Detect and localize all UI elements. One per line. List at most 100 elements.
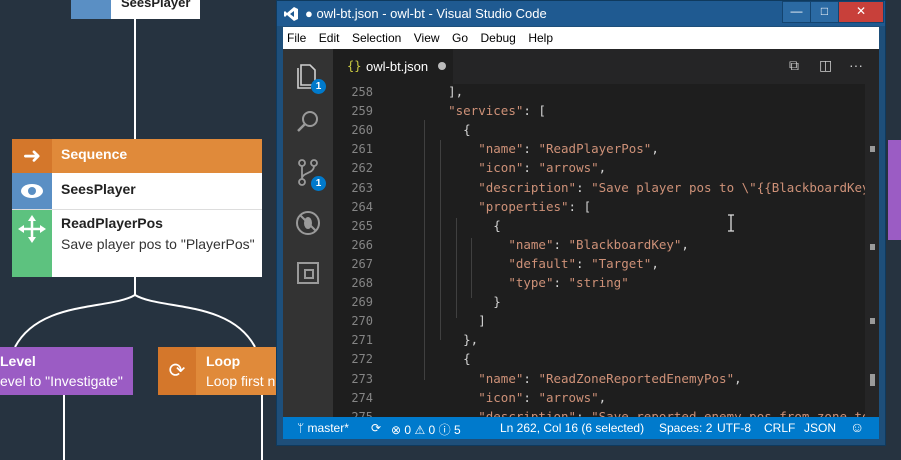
- tree-node-level[interactable]: Level evel to "Investigate": [0, 347, 133, 395]
- minimap-marker: [870, 318, 875, 324]
- scm-badge: 1: [311, 176, 326, 191]
- code-line: "description": "Save player pos to \"{{B…: [478, 179, 879, 195]
- sequence-title: Sequence: [61, 146, 128, 162]
- node-title: Loop: [206, 353, 241, 369]
- error-icon: ⊗: [391, 423, 402, 437]
- code-line: },: [418, 332, 479, 348]
- child-label: SeesPlayer: [61, 181, 136, 197]
- line-number: 264: [351, 199, 373, 214]
- extensions-button[interactable]: [283, 251, 333, 295]
- indentation-status[interactable]: Spaces: 2: [659, 421, 712, 435]
- files-icon: [297, 64, 316, 89]
- line-number: 270: [351, 314, 373, 329]
- cursor-position[interactable]: Ln 262, Col 16 (6 selected): [500, 421, 644, 435]
- git-branch-icon: [298, 159, 318, 186]
- line-number: 262: [351, 161, 373, 176]
- sequence-child-read-player-pos[interactable]: ReadPlayerPos Save player pos to "Player…: [12, 210, 262, 277]
- line-number: 259: [351, 104, 373, 119]
- menu-edit[interactable]: Edit: [315, 27, 344, 49]
- eye-icon: [12, 173, 52, 209]
- close-button[interactable]: ✕: [838, 1, 884, 23]
- node-label: SeesPlayer: [121, 0, 191, 10]
- code-line: {: [418, 217, 501, 233]
- code-line: ]: [418, 313, 486, 329]
- editor-tabs: {} owl-bt.json ⧉ ◫ ···: [333, 49, 879, 84]
- explorer-badge: 1: [311, 79, 326, 94]
- tree-node-sees-player-top[interactable]: SeesPlayer: [71, 0, 200, 19]
- node-description: evel to "Investigate": [0, 373, 123, 389]
- extensions-icon: [297, 262, 319, 284]
- code-line: "description": "Save reported enemy pos …: [478, 408, 879, 417]
- code-line: "name": "ReadPlayerPos",: [478, 141, 659, 157]
- git-branch-icon: ᛘ: [297, 421, 308, 435]
- code-line: "name": "BlackboardKey",: [508, 236, 689, 252]
- warning-icon: ⚠: [414, 423, 426, 437]
- open-changes-icon[interactable]: ⧉: [789, 57, 799, 74]
- tree-node-loop[interactable]: ⟳ Loop Loop first n: [158, 347, 278, 395]
- line-number: 265: [351, 218, 373, 233]
- language-status[interactable]: JSON: [804, 421, 836, 435]
- tab-owl-bt-json[interactable]: {} owl-bt.json: [333, 49, 453, 84]
- minimap-marker: [870, 374, 875, 386]
- code-line: ],: [418, 84, 464, 99]
- minimap[interactable]: [865, 84, 879, 417]
- menu-file[interactable]: File: [283, 27, 310, 49]
- code-line: {: [418, 351, 471, 367]
- vscode-logo-icon: [284, 7, 298, 21]
- window-title: ● owl-bt.json - owl-bt - Visual Studio C…: [305, 6, 547, 21]
- title-bar[interactable]: ● owl-bt.json - owl-bt - Visual Studio C…: [277, 1, 885, 26]
- line-number: 275: [351, 409, 373, 417]
- debug-icon: [296, 211, 320, 235]
- code-editor[interactable]: 258 ], 259 "services": [260 {261 "name": …: [333, 84, 879, 417]
- maximize-button[interactable]: □: [810, 1, 839, 23]
- json-file-icon: {}: [347, 59, 362, 73]
- tree-node-sequence[interactable]: ➜ Sequence SeesPlayer ReadPlayerPos Save…: [12, 139, 262, 277]
- menu-selection[interactable]: Selection: [348, 27, 405, 49]
- line-number: 274: [351, 390, 373, 405]
- debug-button[interactable]: [283, 201, 333, 245]
- eye-icon: [71, 0, 111, 19]
- explorer-button[interactable]: 1: [283, 53, 333, 97]
- menu-view[interactable]: View: [410, 27, 444, 49]
- encoding-status[interactable]: UTF-8: [717, 421, 751, 435]
- split-editor-icon[interactable]: ◫: [819, 57, 832, 74]
- unsaved-dot-icon[interactable]: [438, 62, 446, 70]
- line-number: 260: [351, 123, 373, 138]
- source-control-button[interactable]: 1: [283, 151, 333, 195]
- menu-go[interactable]: Go: [448, 27, 472, 49]
- background-right-strip: [884, 0, 901, 460]
- minimap-marker: [870, 244, 875, 250]
- line-number: 271: [351, 333, 373, 348]
- text-cursor-icon: [728, 214, 734, 232]
- line-number: 273: [351, 371, 373, 386]
- menu-debug[interactable]: Debug: [476, 27, 519, 49]
- sync-icon[interactable]: ⟳: [371, 421, 381, 435]
- line-number: 269: [351, 295, 373, 310]
- more-actions-icon[interactable]: ···: [849, 57, 863, 73]
- eol-status[interactable]: CRLF: [764, 421, 795, 435]
- line-number: 258: [351, 85, 373, 99]
- branch-status[interactable]: ᛘ master*: [297, 421, 349, 435]
- problems-status[interactable]: ⊗ 0 ⚠ 0 ⓘ 5: [391, 421, 461, 438]
- vscode-window: ● owl-bt.json - owl-bt - Visual Studio C…: [276, 0, 886, 446]
- line-number: 263: [351, 180, 373, 195]
- line-number: 272: [351, 352, 373, 367]
- arrows-icon: [12, 210, 52, 277]
- code-line: "icon": "arrows",: [478, 160, 607, 176]
- background-node-fragment: [888, 140, 901, 240]
- branch-label: master*: [307, 421, 349, 435]
- refresh-icon: ⟳: [158, 347, 196, 395]
- code-line: "type": "string": [508, 275, 629, 290]
- search-icon: [297, 111, 318, 132]
- code-line: "name": "ReadZoneReportedEnemyPos",: [478, 370, 742, 386]
- line-number: 268: [351, 276, 373, 290]
- sequence-child-sees-player[interactable]: SeesPlayer: [12, 173, 262, 210]
- feedback-smiley-icon[interactable]: ☺: [850, 419, 864, 435]
- minimize-button[interactable]: —: [782, 1, 811, 23]
- code-line: "icon": "arrows",: [478, 389, 607, 405]
- activity-bar: 1 1: [283, 49, 333, 417]
- child-label: ReadPlayerPos: [61, 215, 163, 231]
- search-button[interactable]: [283, 101, 333, 145]
- menu-bar: File Edit Selection View Go Debug Help: [283, 27, 879, 49]
- menu-help[interactable]: Help: [524, 27, 557, 49]
